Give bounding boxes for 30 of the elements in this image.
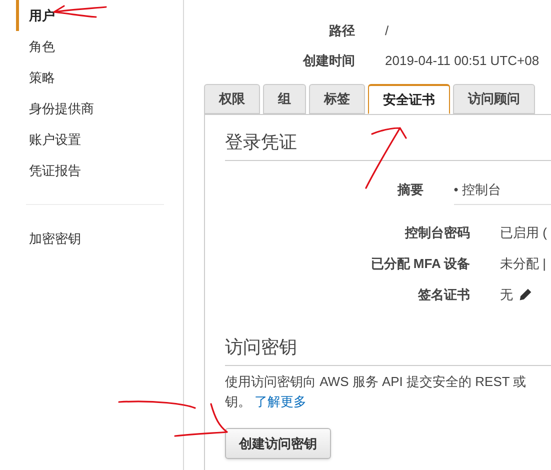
field-value: / [385,22,389,40]
sidebar-item[interactable]: 凭证报告 [16,155,183,186]
field-label: 创建时间 [302,52,355,70]
sidebar-item[interactable]: 用户 [16,0,183,31]
tab[interactable]: 访问顾问 [453,84,535,114]
field-label: 已分配 MFA 设备 [370,254,470,273]
section-title: 访问密钥 [225,334,551,366]
field-label: 摘要 [396,181,424,200]
section-title: 登录凭证 [225,129,551,161]
field-value: 2019-04-11 00:51 UTC+08 [385,52,540,70]
field-value: 已启用 ( [500,224,547,242]
tab[interactable]: 标签 [309,84,365,114]
field-value: 无 [500,286,513,304]
sidebar-item[interactable]: 策略 [16,62,183,93]
field-value: • 控制台 [454,180,501,199]
sidebar-item[interactable]: 账户设置 [16,124,183,155]
tab[interactable]: 安全证书 [368,84,450,114]
description-text: 使用访问密钥向 AWS 服务 API 提交安全的 REST 或 钥。 了解更多 [225,373,528,411]
sidebar-item[interactable]: 角色 [16,31,183,62]
field-label: 路径 [328,22,355,40]
create-access-key-button[interactable]: 创建访问密钥 [225,428,331,459]
field-label: 签名证书 [417,286,470,304]
field-label: 控制台密码 [404,224,470,242]
field-value: 未分配 | [500,254,546,273]
tab[interactable]: 权限 [204,84,260,114]
pencil-icon[interactable] [519,288,532,301]
sidebar-item[interactable]: 加密密钥 [16,223,183,254]
tab[interactable]: 组 [263,84,306,114]
learn-more-link[interactable]: 了解更多 [254,394,307,409]
sidebar-item[interactable]: 身份提供商 [16,93,183,124]
